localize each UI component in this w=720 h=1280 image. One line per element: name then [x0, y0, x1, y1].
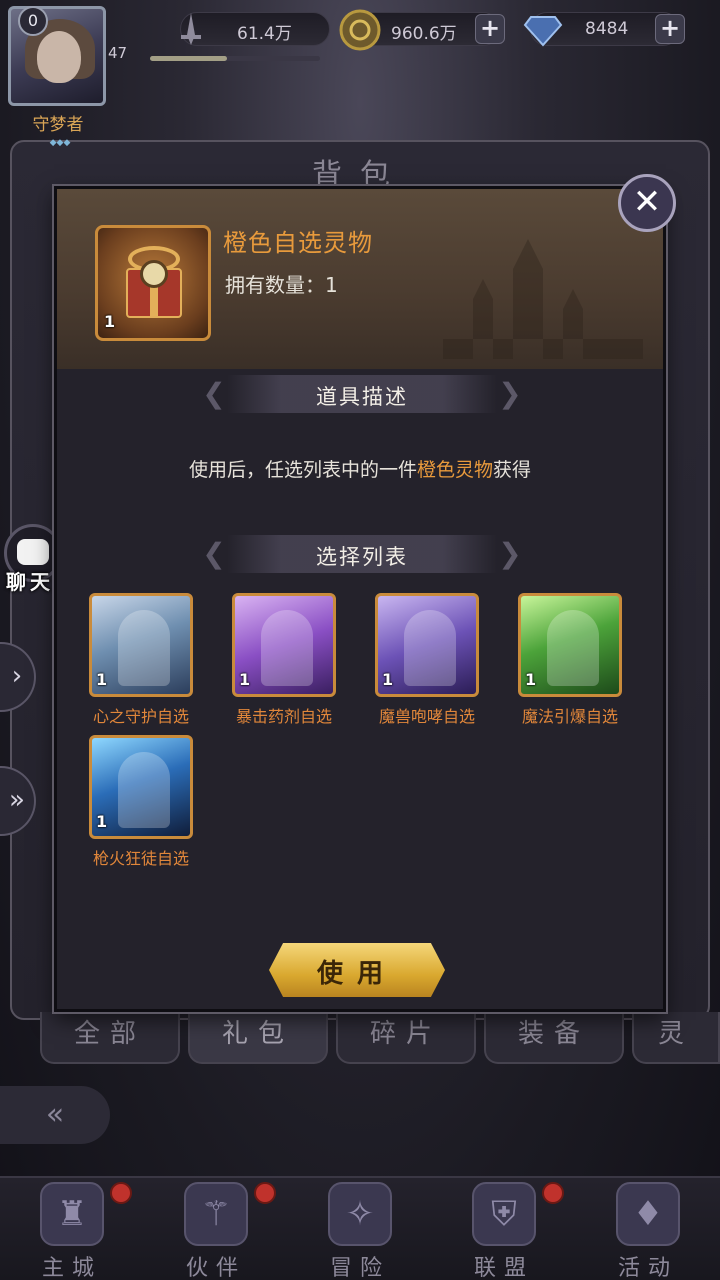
cards-icon: ♦	[616, 1182, 680, 1246]
bag-tab-all[interactable]: 全部	[40, 1012, 180, 1064]
ornament-right-icon: ❯	[498, 377, 522, 410]
gift-box-icon: 1	[95, 225, 211, 341]
vip-level-badge: 0	[18, 6, 48, 36]
player-level: 47	[108, 44, 128, 62]
sword-icon	[181, 13, 201, 45]
notification-dot	[254, 1182, 276, 1204]
nav-label: 伙伴	[185, 1256, 246, 1280]
gem-display: 8484 +	[523, 12, 685, 47]
nav-label: 联盟	[473, 1256, 534, 1280]
nav-main-city[interactable]: ♜ 主城	[0, 1178, 144, 1280]
choice-item[interactable]: 1 魔兽咆哮自选	[375, 593, 479, 726]
castle-icon: ♜	[40, 1182, 104, 1246]
heart-guardian-portrait: 1	[89, 593, 193, 697]
choice-label: 魔法引爆自选	[521, 707, 618, 726]
ornament-left-icon: ❮	[202, 537, 226, 570]
choice-qty: 1	[96, 670, 108, 689]
nav-partners[interactable]: ⚚ 伙伴	[144, 1178, 288, 1280]
item-description: 使用后，任选列表中的一件橙色灵物获得	[57, 455, 663, 482]
compass-icon: ✧	[328, 1182, 392, 1246]
portrait-figure	[261, 610, 313, 686]
desc-text-end: 获得	[493, 459, 532, 481]
owned-count-value: 1	[325, 273, 338, 297]
nav-alliance[interactable]: ⛨ 联盟	[432, 1178, 576, 1280]
choice-section-title: 选择列表	[316, 545, 408, 569]
crit-potion-portrait: 1	[232, 593, 336, 697]
bottom-navigation: ♜ 主城 ⚚ 伙伴 ✧ 冒险 ⛨ 联盟 ♦ 活动	[0, 1176, 720, 1280]
bag-tab-equipment[interactable]: 装备	[484, 1012, 624, 1064]
use-button[interactable]: 使用	[269, 943, 445, 997]
portrait-figure	[118, 752, 170, 828]
nav-events[interactable]: ♦ 活动	[576, 1178, 720, 1280]
ornament-right-icon: ❯	[498, 537, 522, 570]
gold-value: 960.6万	[391, 24, 457, 44]
dialog-header: 1 橙色自选灵物 拥有数量：1	[57, 189, 663, 369]
choice-qty: 1	[239, 670, 251, 689]
player-name: 守梦者	[32, 115, 84, 135]
gem-value: 8484	[585, 19, 629, 39]
choice-item[interactable]: 1 魔法引爆自选	[518, 593, 622, 726]
choice-label: 心之守护自选	[92, 707, 189, 726]
choice-item[interactable]: 1 心之守护自选	[89, 593, 193, 726]
add-gem-button[interactable]: +	[655, 14, 685, 44]
castle-silhouette	[443, 239, 643, 359]
choice-item[interactable]: 1 枪火狂徒自选	[89, 735, 193, 868]
owned-count-label: 拥有数量：	[225, 273, 325, 297]
desc-highlight: 橙色灵物	[416, 459, 493, 481]
owned-count: 拥有数量：1	[225, 269, 338, 298]
choice-label: 魔兽咆哮自选	[378, 707, 475, 726]
gold-coin-icon	[339, 9, 381, 51]
gold-display: 960.6万 +	[339, 9, 505, 51]
nav-label: 主城	[41, 1256, 102, 1280]
bag-tab-fragment[interactable]: 碎片	[336, 1012, 476, 1064]
close-icon[interactable]: ✕	[618, 174, 676, 232]
ornament-left-icon: ❮	[202, 377, 226, 410]
bag-tab-gift[interactable]: 礼包	[188, 1012, 328, 1064]
portrait-figure	[404, 610, 456, 686]
power-display: 61.4万	[180, 12, 330, 46]
desc-section-header: ❮ 道具描述 ❯	[202, 375, 522, 413]
power-value: 61.4万	[237, 24, 292, 44]
item-detail-dialog: 1 橙色自选灵物 拥有数量：1 ❮ 道具描述 ❯ 使用后，任选列表中的一件橙色灵…	[54, 186, 666, 1012]
beast-roar-portrait: 1	[375, 593, 479, 697]
choice-qty: 1	[96, 812, 108, 831]
nav-label: 冒险	[329, 1256, 390, 1280]
item-name: 橙色自选灵物	[223, 229, 373, 257]
item-badge-qty: 1	[104, 312, 116, 331]
diamond-icon	[523, 16, 563, 47]
compass-medal	[140, 260, 168, 288]
exp-bar	[150, 56, 320, 61]
avatar-face	[37, 31, 81, 83]
hat-icon: ⚚	[184, 1182, 248, 1246]
notification-dot	[110, 1182, 132, 1204]
notification-dot	[542, 1182, 564, 1204]
use-button-label: 使用	[316, 959, 397, 989]
choice-section-header: ❮ 选择列表 ❯	[202, 535, 522, 573]
shield-icon: ⛨	[472, 1182, 536, 1246]
portrait-figure	[118, 610, 170, 686]
choice-item[interactable]: 1 暴击药剂自选	[232, 593, 336, 726]
choice-qty: 1	[382, 670, 394, 689]
portrait-figure	[547, 610, 599, 686]
choice-label: 枪火狂徒自选	[92, 849, 189, 868]
rank-dots: ◆◆◆	[49, 138, 71, 148]
choice-label: 暴击药剂自选	[235, 707, 332, 726]
exp-bar-fill	[150, 56, 227, 61]
chat-bubble-icon	[17, 539, 49, 565]
nav-adventure[interactable]: ✧ 冒险	[288, 1178, 432, 1280]
desc-section-title: 道具描述	[316, 385, 408, 409]
desc-text: 使用后，任选列表中的一件	[188, 459, 417, 481]
magic-burst-portrait: 1	[518, 593, 622, 697]
bag-tab-spirit[interactable]: 灵	[632, 1012, 720, 1064]
gunfire-rogue-portrait: 1	[89, 735, 193, 839]
choice-qty: 1	[525, 670, 537, 689]
back-arrow-button[interactable]: «	[0, 1086, 110, 1144]
nav-label: 活动	[617, 1256, 678, 1280]
add-gold-button[interactable]: +	[475, 14, 505, 44]
